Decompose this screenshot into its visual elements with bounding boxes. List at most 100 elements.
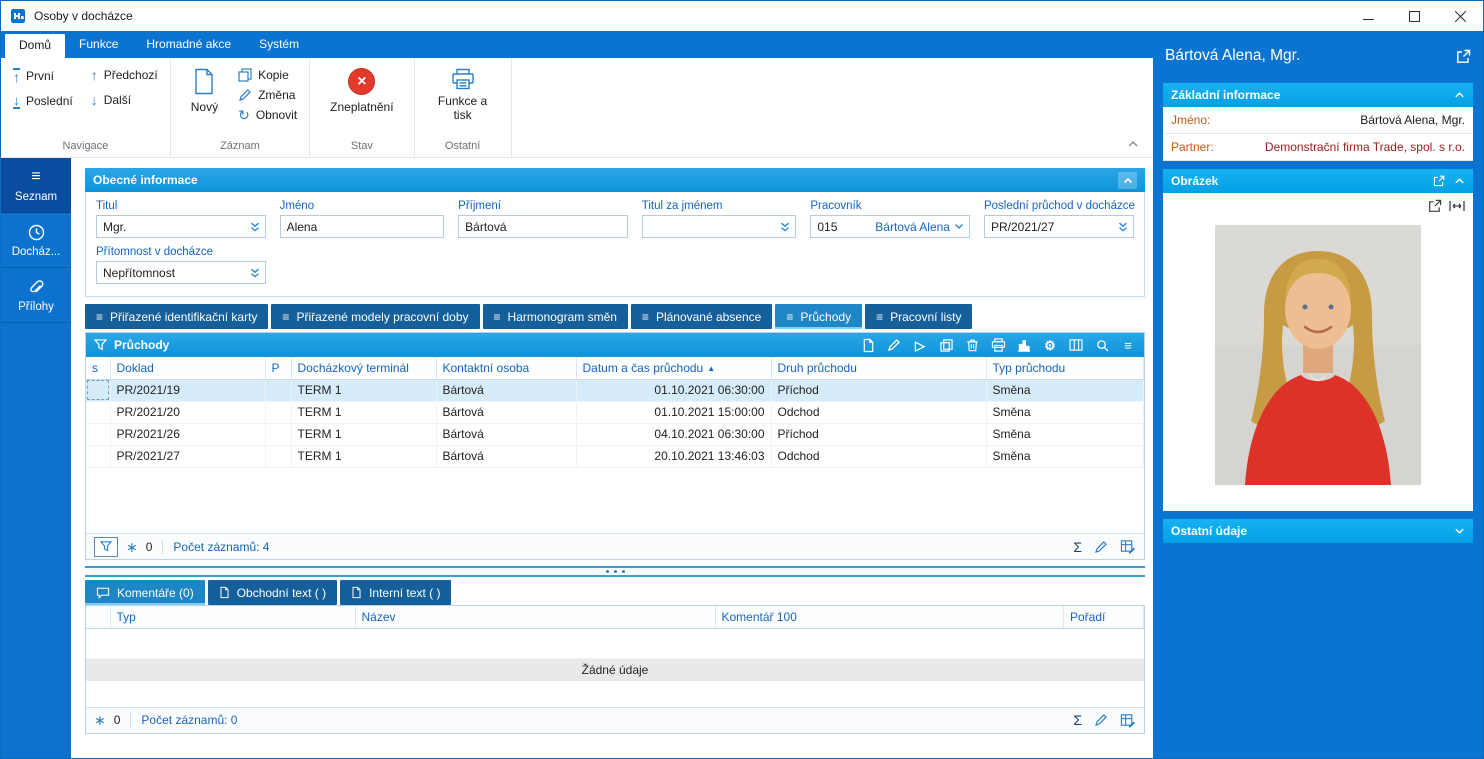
row-selector-cell[interactable] [86,379,110,401]
open-image-icon[interactable] [1428,199,1442,213]
collapse-panel-button[interactable] [1118,172,1137,189]
column-header-osoba[interactable]: Kontaktní osoba [436,357,576,379]
open-in-window-icon[interactable] [1456,49,1471,64]
sidebar: ≡ Seznam Docház... Přílohy [1,158,71,758]
filter-button[interactable] [94,537,118,557]
column-header-blank [86,606,110,628]
chevron-double-down-icon [1118,221,1128,233]
ribbon-tab-hromadne-akce[interactable]: Hromadné akce [132,31,245,58]
chart-icon[interactable] [1016,337,1032,353]
column-header-typ[interactable]: Typ [110,606,355,628]
run-icon[interactable]: ▷ [912,337,928,353]
copy-row-icon[interactable] [938,337,954,353]
copy-button[interactable]: Kopie [238,68,297,82]
posledni-pruchod-combo[interactable]: PR/2021/27 [984,215,1134,238]
pritomnost-combo[interactable]: Nepřítomnost [96,261,266,284]
invalidate-button[interactable]: × Zneplatnění [322,68,401,114]
ribbon-tab-funkce[interactable]: Funkce [65,31,132,58]
column-header-poradi[interactable]: Pořadí [1064,606,1144,628]
column-header-p[interactable]: P [265,357,291,379]
sidebar-item-prilohy[interactable]: Přílohy [1,268,71,323]
row-selector-cell[interactable] [86,401,110,423]
next-record-button[interactable]: ↓ Další [91,93,158,107]
chevron-double-down-icon [250,267,260,279]
refresh-button[interactable]: ↻ Obnovit [238,108,297,122]
functions-print-button[interactable]: Funkce a tisk [427,68,499,123]
columns-icon[interactable] [1068,337,1084,353]
column-header-komentar[interactable]: Komentář 100 [715,606,1064,628]
tab-label: Obchodní text ( ) [237,586,326,600]
horizontal-splitter[interactable] [85,566,1145,577]
settings-gear-icon[interactable]: ⚙ [1042,337,1058,353]
tab-komentare[interactable]: Komentáře (0) [85,580,205,605]
column-header-datum[interactable]: Datum a čas průchodu▲ [576,357,771,379]
tab-prirazene-modely-pracovni-doby[interactable]: ≡Přiřazené modely pracovní doby [271,304,479,329]
titul-combo[interactable]: Mgr. [96,215,266,238]
column-header-doklad[interactable]: Doklad [110,357,265,379]
sidebar-item-seznam[interactable]: ≡ Seznam [1,158,71,213]
table-row[interactable]: PR/2021/19 TERM 1 Bártová 01.10.2021 06:… [86,379,1144,401]
pruchody-header: Průchody ▷ ⚙ [86,333,1144,357]
new-record-button[interactable]: Nový [183,68,226,114]
grid-menu-icon[interactable]: ≡ [1120,337,1136,353]
auto-filter-icon[interactable]: ∗ [94,713,106,727]
expand-section-icon[interactable] [1454,527,1465,535]
table-row[interactable]: PR/2021/20 TERM 1 Bártová 01.10.2021 15:… [86,401,1144,423]
pracovnik-combo[interactable]: 015 Bártová Alena [810,215,970,238]
collapse-section-icon[interactable] [1454,91,1465,99]
table-row[interactable]: PR/2021/26 TERM 1 Bártová 04.10.2021 06:… [86,423,1144,445]
close-button[interactable] [1437,1,1483,31]
sidebar-item-label: Přílohy [18,301,54,313]
search-settings-icon[interactable] [1094,337,1110,353]
tab-pruchody[interactable]: ≡Průchody [775,304,862,329]
table-edit-icon[interactable] [1120,713,1136,728]
tab-obchodni-text[interactable]: Obchodní text ( ) [208,580,337,605]
info-row-jmeno: Jméno: Bártová Alena, Mgr. [1163,107,1473,134]
popup-section-icon[interactable] [1433,175,1445,187]
ribbon-tab-system[interactable]: Systém [245,31,313,58]
column-header-terminal[interactable]: Docházkový terminál [291,357,436,379]
new-row-icon[interactable] [860,337,876,353]
comments-table: Typ Název Komentář 100 Pořadí [86,606,1144,629]
table-row[interactable]: PR/2021/27 TERM 1 Bártová 20.10.2021 13:… [86,445,1144,467]
row-selector-cell[interactable] [86,423,110,445]
column-header-nazev[interactable]: Název [355,606,715,628]
minimize-button[interactable] [1345,1,1391,31]
tab-interni-text[interactable]: Interní text ( ) [340,580,451,605]
column-header-druh[interactable]: Druh průchodu [771,357,986,379]
ribbon-collapse-icon[interactable] [1127,137,1139,151]
chevron-double-down-icon [250,221,260,233]
tab-planovane-absence[interactable]: ≡Plánované absence [631,304,772,329]
print-icon[interactable] [990,337,1006,353]
ribbon-tab-domu[interactable]: Domů [5,34,65,58]
pruchody-panel: Průchody ▷ ⚙ [85,332,1145,560]
column-header-typ[interactable]: Typ průchodu [986,357,1144,379]
prijmeni-input[interactable] [458,215,628,238]
delete-row-icon[interactable] [964,337,980,353]
tab-prirazene-identifikacni-karty[interactable]: ≡Přiřazené identifikační karty [85,304,268,329]
edit-button[interactable]: Změna [238,88,297,102]
paperclip-icon [28,278,44,296]
sidebar-item-dochazka[interactable]: Docház... [1,213,71,268]
edit-icon[interactable] [1094,540,1108,554]
tab-harmonogram-smen[interactable]: ≡Harmonogram směn [483,304,628,329]
maximize-button[interactable] [1391,1,1437,31]
refresh-icon: ↻ [238,108,250,122]
table-edit-icon[interactable] [1120,539,1136,554]
row-selector-cell[interactable] [86,445,110,467]
last-record-button[interactable]: ↓ Poslední [13,93,73,109]
first-record-button[interactable]: ↑ První [13,68,73,84]
edit-icon[interactable] [1094,713,1108,727]
column-header-s[interactable]: s [86,357,110,379]
jmeno-input[interactable] [280,215,445,238]
partner-field-value[interactable]: Demonstrační firma Trade, spol. s r.o. [1265,140,1465,154]
titul-za-jmenem-combo[interactable] [642,215,797,238]
fit-width-icon[interactable] [1449,199,1465,213]
auto-filter-icon[interactable]: ∗ [126,540,138,554]
tab-pracovni-listy[interactable]: ≡Pracovní listy [865,304,972,329]
sum-icon[interactable]: Σ [1073,540,1082,554]
previous-record-button[interactable]: ↑ Předchozí [91,68,158,82]
collapse-section-icon[interactable] [1454,177,1465,185]
sum-icon[interactable]: Σ [1073,713,1082,727]
edit-row-icon[interactable] [886,337,902,353]
